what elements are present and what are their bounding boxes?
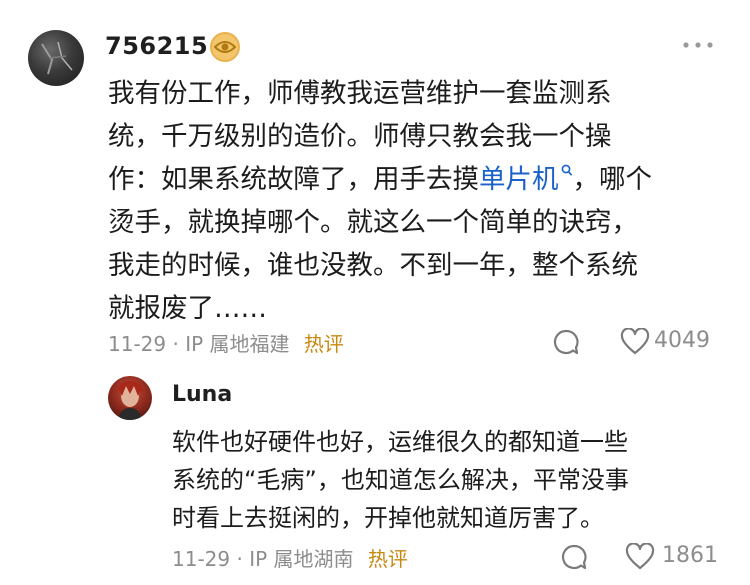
hot-label: 热评 (303, 332, 344, 356)
username[interactable]: 756215 (105, 32, 208, 60)
eye-badge-icon (210, 32, 240, 62)
reply-line: 系统的“毛病”，也知道怎么解决，平常没事 (172, 466, 629, 494)
hot-label: 热评 (367, 547, 408, 571)
comment-line: 我有份工作，师傅教我运营维护一套监测系 (108, 78, 612, 109)
meta-separator: · (236, 547, 250, 571)
reply-date: 11-29 (172, 547, 231, 571)
comment-line: 统，千万级别的造价。师傅只教会我一个操 (108, 121, 612, 152)
comment-line-text: 作：如果系统故障了，用手去摸 (108, 164, 479, 195)
reply-user-avatar[interactable] (108, 376, 152, 420)
keyword-link[interactable]: 单片机 (479, 164, 573, 195)
reply-line: 软件也好硬件也好，运维很久的都知道一些 (172, 428, 628, 456)
reply-meta: 11-29 · IP 属地湖南 热评 (172, 543, 408, 572)
heart-icon[interactable] (625, 542, 655, 571)
comment-line: 我走的时候，谁也没教。不到一年，整个系统 (108, 250, 638, 281)
comment-line: 作：如果系统故障了，用手去摸单片机 ，哪个 (108, 158, 718, 201)
keyword-link-text: 单片机 (479, 164, 559, 195)
comment-line: 烫手，就换掉哪个。就这么一个简单的诀窍， (108, 207, 638, 238)
ip-location: IP 属地湖南 (249, 547, 354, 571)
comment-meta: 11-29 · IP 属地福建 热评 (108, 328, 344, 357)
reply-icon[interactable] (552, 328, 580, 356)
user-avatar[interactable] (28, 30, 84, 86)
meta-separator: · (172, 332, 186, 356)
ip-location: IP 属地福建 (185, 332, 290, 356)
like-count: 4049 (654, 328, 710, 353)
comment-text: 我有份工作，师傅教我运营维护一套监测系 统，千万级别的造价。师傅只教会我一个操 … (108, 72, 718, 330)
comment-line: 就报废了…… (108, 293, 267, 324)
comment-line-text: ，哪个 (572, 164, 653, 195)
search-icon (561, 164, 572, 176)
reply-line: 时看上去挺闲的，开掉他就知道厉害了。 (172, 504, 604, 532)
reply-username[interactable]: Luna (172, 382, 232, 407)
heart-icon[interactable] (620, 327, 650, 356)
reply-icon[interactable] (560, 543, 588, 571)
like-count: 1861 (662, 543, 718, 568)
comment-date: 11-29 (108, 332, 167, 356)
more-dots-icon[interactable] (678, 30, 718, 60)
reply-text: 软件也好硬件也好，运维很久的都知道一些 系统的“毛病”，也知道怎么解决，平常没事… (172, 423, 732, 537)
